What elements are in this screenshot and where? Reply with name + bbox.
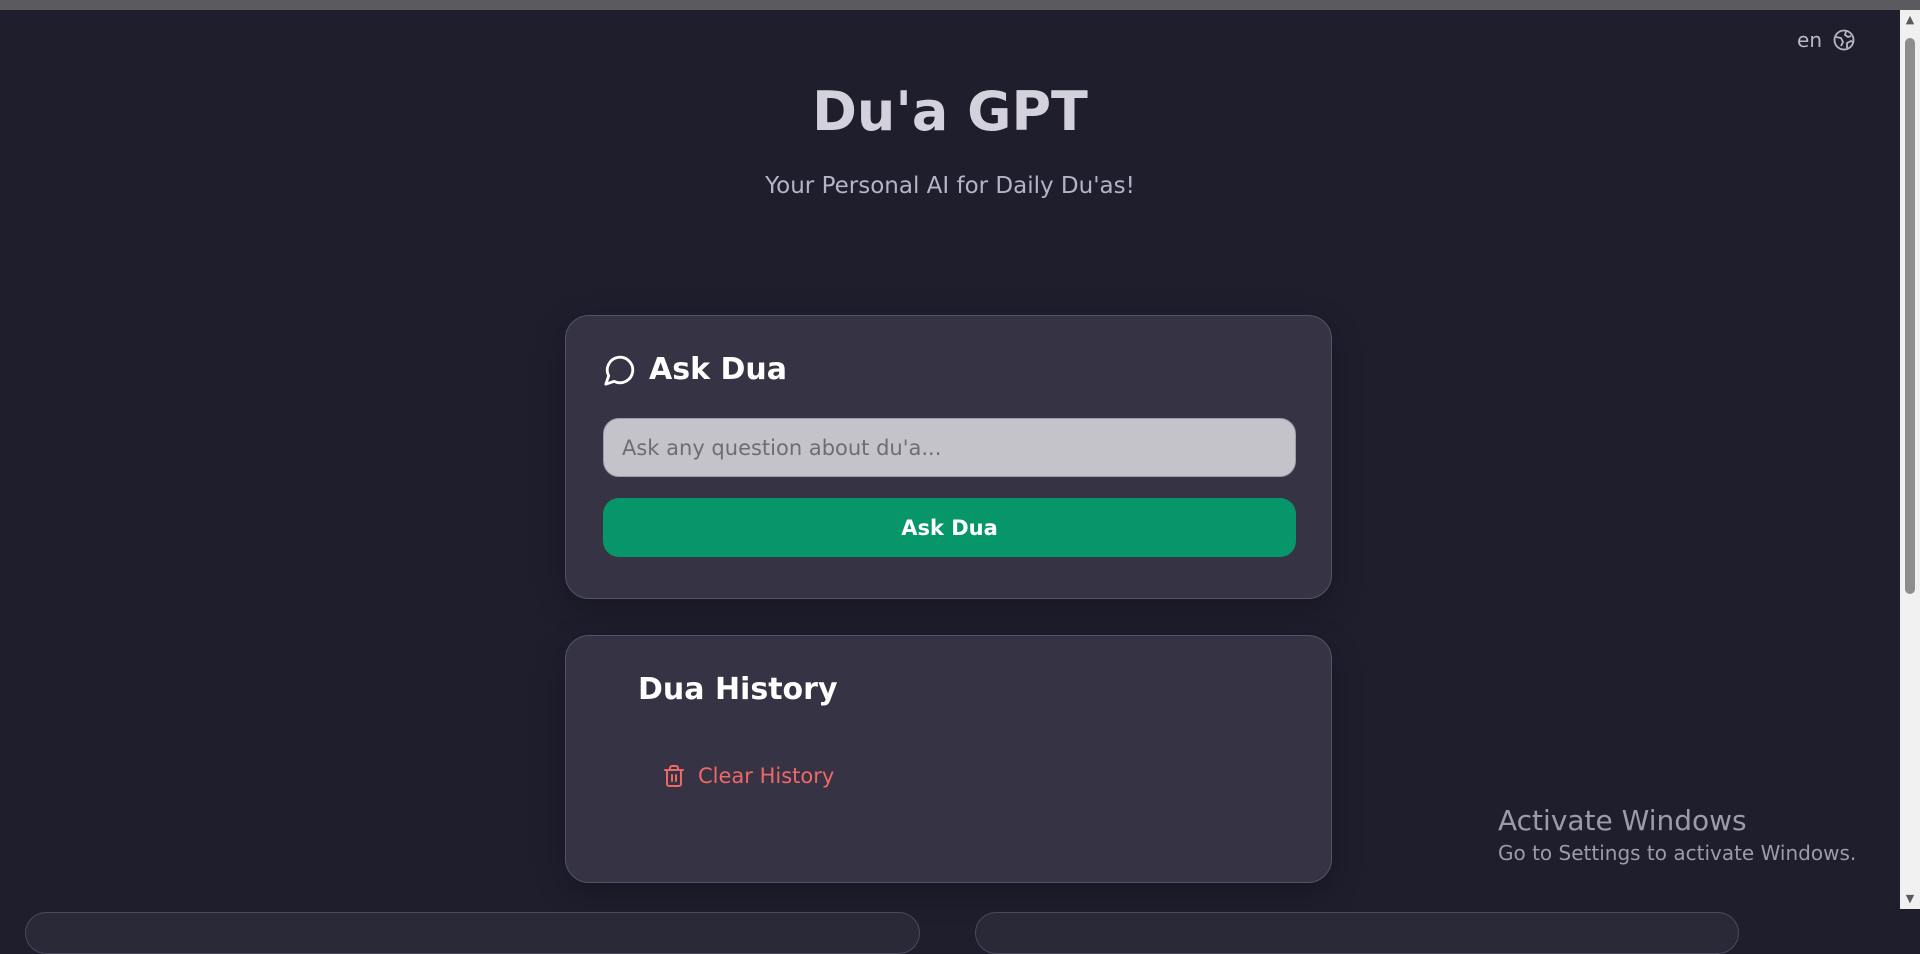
- page-title: Du'a GPT: [812, 80, 1088, 143]
- scroll-thumb[interactable]: [1905, 38, 1915, 594]
- browser-top-bar: [0, 0, 1920, 10]
- dua-history-title: Dua History: [638, 672, 838, 707]
- dua-history-card: Dua History Clear History: [565, 635, 1332, 883]
- page: en Du'a GPT Your Personal AI for Daily D…: [0, 10, 1900, 954]
- clear-history-button[interactable]: Clear History: [662, 764, 834, 788]
- vertical-scrollbar[interactable]: ▲ ▼: [1900, 10, 1920, 909]
- watermark-title: Activate Windows: [1498, 804, 1747, 837]
- language-code: en: [1797, 28, 1822, 52]
- watermark-subtitle: Go to Settings to activate Windows.: [1498, 841, 1857, 865]
- ask-dua-title: Ask Dua: [649, 352, 787, 387]
- trash-icon: [664, 765, 684, 787]
- bottom-card-right: [975, 912, 1739, 954]
- globe-icon: [1833, 29, 1855, 51]
- question-input[interactable]: [603, 418, 1296, 477]
- clear-history-label: Clear History: [698, 764, 835, 788]
- scroll-down-arrow-icon[interactable]: ▼: [1900, 891, 1920, 907]
- ask-dua-button[interactable]: Ask Dua: [603, 498, 1296, 557]
- chat-bubble-icon: [604, 355, 635, 386]
- scroll-up-arrow-icon[interactable]: ▲: [1900, 12, 1920, 28]
- ask-dua-header: Ask Dua: [603, 352, 787, 387]
- bottom-card-left: [25, 912, 920, 954]
- language-selector[interactable]: en: [1797, 28, 1856, 52]
- page-subtitle: Your Personal AI for Daily Du'as!: [765, 173, 1135, 199]
- windows-activation-watermark: Activate Windows Go to Settings to activ…: [1498, 804, 1856, 865]
- ask-dua-card: Ask Dua Ask Dua: [565, 315, 1332, 599]
